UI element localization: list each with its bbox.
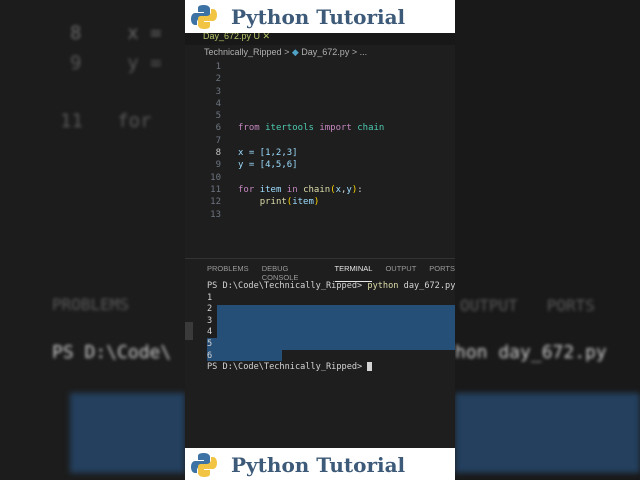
terminal-output-line: 2: [207, 304, 213, 315]
breadcrumb-folder[interactable]: Technically_Ripped: [204, 47, 282, 57]
code-text: x = [1,2,3]: [238, 148, 298, 159]
panel-tab-debug-console[interactable]: DEBUG CONSOLE: [262, 264, 322, 282]
code-line[interactable]: 7: [185, 135, 455, 147]
blurred-line-number: 11 for: [60, 110, 152, 132]
line-number: 7: [215, 135, 221, 146]
breadcrumb-sep: >: [284, 47, 290, 57]
terminal-cursor: [367, 362, 373, 372]
terminal-prompt: PS D:\Code\Technically_Ripped>: [207, 281, 363, 291]
breadcrumb: Technically_Ripped > ◆ Day_672.py > ...: [204, 47, 367, 58]
banner-title: Python Tutorial: [231, 4, 406, 29]
terminal-gutter: [185, 322, 193, 340]
top-banner: Python Tutorial: [185, 0, 455, 33]
code-text: for item in chain(x,y):: [238, 184, 363, 195]
banner-title: Python Tutorial: [231, 452, 406, 477]
terminal-output-line: 4: [207, 327, 213, 338]
panel-tab-problems[interactable]: PROBLEMS: [207, 264, 249, 282]
panel-tab-terminal[interactable]: TERMINAL: [334, 264, 373, 282]
code-line[interactable]: 12 print(item): [185, 196, 455, 208]
blurred-line-number: 9 y =: [70, 52, 162, 74]
line-number: 5: [215, 111, 221, 122]
line-number: 9: [215, 160, 221, 171]
terminal-command-line: PS D:\Code\Technically_Ripped> python da…: [207, 281, 455, 293]
blurred-selection: [455, 393, 640, 473]
bottom-banner: Python Tutorial: [185, 448, 455, 480]
code-line[interactable]: 5: [185, 110, 455, 122]
terminal-arg: day_672.py: [403, 281, 455, 291]
vscode-window: Python Tutorial Day_672.py U ✕ Technical…: [185, 0, 455, 480]
blurred-line-number: 8 x =: [70, 22, 162, 44]
terminal-output-line: 3: [207, 315, 213, 326]
python-logo-icon: [191, 4, 217, 29]
panel-tab-output[interactable]: OUTPUT: [385, 264, 416, 282]
code-line[interactable]: 10: [185, 172, 455, 184]
line-number: 13: [210, 209, 221, 220]
blurred-command: hon day_672.py: [455, 342, 607, 363]
code-line[interactable]: 13: [185, 209, 455, 221]
blurred-output-tab: OUTPUT PORTS: [460, 296, 595, 315]
line-number: 3: [215, 86, 221, 97]
blurred-prompt: PS D:\Code\: [52, 342, 172, 363]
code-line[interactable]: 6 from itertools import chain: [185, 122, 455, 134]
panel-tab-ports[interactable]: PORTS: [429, 264, 455, 282]
line-number: 10: [210, 172, 221, 183]
python-logo-icon: [191, 452, 217, 477]
terminal-command: python: [367, 281, 399, 291]
blurred-selection: [70, 393, 185, 473]
line-number: 11: [210, 184, 221, 195]
code-line[interactable]: 2: [185, 73, 455, 85]
terminal-prompt: PS D:\Code\Technically_Ripped>: [207, 362, 363, 373]
python-file-icon: ◆: [291, 47, 299, 57]
line-number: 2: [215, 74, 221, 85]
breadcrumb-more[interactable]: ...: [360, 47, 368, 57]
terminal-output-line: 6: [207, 350, 213, 361]
blurred-background-right: OUTPUT PORTS hon day_672.py: [455, 0, 640, 480]
terminal-output-line: 5: [207, 338, 213, 349]
code-text: y = [4,5,6]: [238, 160, 298, 171]
breadcrumb-file[interactable]: Day_672.py: [301, 47, 349, 57]
code-line[interactable]: 4: [185, 98, 455, 110]
terminal-output-line: 1: [207, 292, 213, 303]
breadcrumb-sep: >: [351, 47, 358, 57]
code-editor[interactable]: 1 2 3 4 5 6 from itertools import chain 7 8 x = […: [185, 61, 455, 221]
line-number: 6: [215, 123, 221, 134]
code-line[interactable]: 8 x = [1,2,3]: [185, 147, 455, 159]
panel-divider[interactable]: [185, 258, 455, 259]
line-number: 4: [215, 98, 221, 109]
terminal-prompt-line: PS D:\Code\Technically_Ripped>: [207, 362, 455, 374]
line-number: 12: [210, 197, 221, 208]
code-line[interactable]: 1: [185, 61, 455, 73]
code-text: print(item): [259, 197, 320, 208]
line-number: 1: [215, 62, 221, 72]
panel-tabs: PROBLEMS DEBUG CONSOLE TERMINAL OUTPUT PORTS: [207, 264, 455, 282]
line-number: 8: [215, 148, 221, 159]
code-text: from itertools import chain: [238, 123, 385, 134]
code-line[interactable]: 9 y = [4,5,6]: [185, 159, 455, 171]
blurred-problems: PROBLEMS: [52, 295, 130, 314]
terminal[interactable]: PS D:\Code\Technically_Ripped> python da…: [207, 281, 455, 374]
blurred-background-left: 8 x = 9 y = 11 for PROBLEMS PS D:\Code\: [0, 0, 185, 480]
code-line[interactable]: 11 for item in chain(x,y):: [185, 184, 455, 196]
editor-tab[interactable]: Day_672.py U ✕: [185, 33, 455, 45]
tab-label: Day_672.py U: [203, 33, 261, 41]
code-line[interactable]: 3: [185, 86, 455, 98]
